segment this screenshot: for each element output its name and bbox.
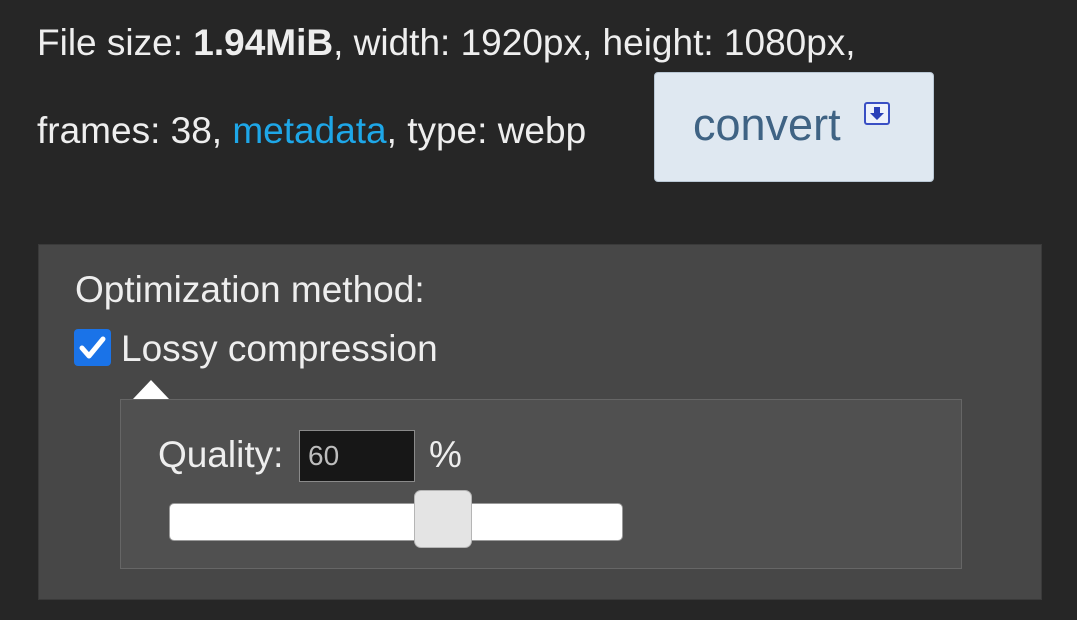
optimization-panel: Optimization method: Lossy compression Q… bbox=[38, 244, 1042, 600]
quality-slider-track[interactable] bbox=[169, 503, 623, 541]
quality-input[interactable] bbox=[299, 430, 415, 482]
file-size-label: File size: bbox=[37, 22, 194, 63]
file-size-value: 1.94MiB bbox=[193, 22, 334, 63]
file-info-line-2: frames: 38, metadata, type: webp bbox=[37, 102, 586, 160]
frames-text: frames: 38, bbox=[37, 110, 233, 151]
subpanel-pointer bbox=[133, 380, 169, 399]
convert-button-label: convert bbox=[693, 99, 841, 150]
checkmark-icon bbox=[79, 336, 106, 359]
optimization-title: Optimization method: bbox=[75, 269, 425, 310]
lossy-compression-label[interactable]: Lossy compression bbox=[121, 324, 438, 374]
quality-subpanel: Quality: % bbox=[120, 399, 962, 569]
percent-label: % bbox=[429, 434, 462, 475]
file-info-line-1: File size: 1.94MiB, width: 1920px, heigh… bbox=[37, 14, 1057, 72]
download-arrow-icon bbox=[864, 102, 890, 125]
quality-slider-handle[interactable] bbox=[414, 490, 472, 548]
convert-button[interactable]: convert bbox=[654, 72, 934, 182]
type-text: , type: webp bbox=[386, 110, 587, 151]
quality-label: Quality: bbox=[158, 434, 284, 475]
metadata-link[interactable]: metadata bbox=[232, 110, 386, 151]
file-info: File size: 1.94MiB, width: 1920px, heigh… bbox=[37, 14, 1057, 151]
lossy-compression-checkbox[interactable] bbox=[74, 329, 111, 366]
dimensions-text: , width: 1920px, height: 1080px, bbox=[333, 22, 856, 63]
